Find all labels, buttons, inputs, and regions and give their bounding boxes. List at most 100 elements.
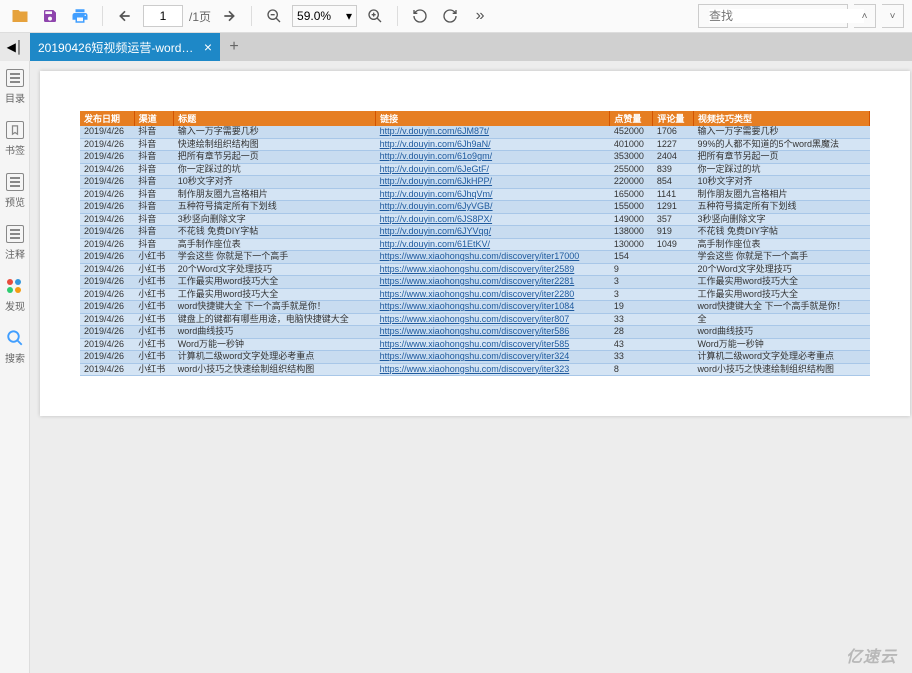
table-cell: 2019/4/26 [80,163,134,176]
link-cell[interactable]: http://v.douyin.com/61o9gm/ [376,151,610,164]
link-cell[interactable]: http://v.douyin.com/6Jh9aN/ [376,138,610,151]
link-cell[interactable]: http://v.douyin.com/6JyVGB/ [376,201,610,214]
table-cell: 抖音 [134,138,174,151]
link-cell[interactable]: https://www.xiaohongshu.com/discovery/it… [376,363,610,376]
table-cell: 工作最实用word技巧大全 [693,288,869,301]
table-cell: 学会这些 你就是下一个高手 [693,251,869,264]
save-button[interactable] [38,4,62,28]
table-cell: 3 [610,288,653,301]
table-cell: 小红书 [134,263,174,276]
annotate-icon [6,225,24,243]
table-cell: 2019/4/26 [80,176,134,189]
sidebar-discover[interactable]: 发现 [0,269,30,321]
search-next-button[interactable]: ˅ [882,4,904,28]
table-cell: 2019/4/26 [80,226,134,239]
link-cell[interactable]: http://v.douyin.com/6JhqVm/ [376,188,610,201]
table-cell: 401000 [610,138,653,151]
table-cell: 小红书 [134,351,174,364]
table-cell: 8 [610,363,653,376]
table-cell: 小红书 [134,313,174,326]
table-cell: 149000 [610,213,653,226]
table-header: 点赞量 [610,111,653,126]
page-number-input[interactable] [143,5,183,27]
link-cell[interactable]: https://www.xiaohongshu.com/discovery/it… [376,251,610,264]
table-cell: 138000 [610,226,653,239]
zoom-out-button[interactable] [262,4,286,28]
table-cell: 452000 [610,126,653,138]
link-cell[interactable]: https://www.xiaohongshu.com/discovery/it… [376,326,610,339]
table-cell: 20个Word文字处理技巧 [174,263,376,276]
table-cell: 小红书 [134,251,174,264]
table-cell: 2019/4/26 [80,263,134,276]
table-row: 2019/4/26小红书工作最实用word技巧大全https://www.xia… [80,288,870,301]
link-cell[interactable]: http://v.douyin.com/6JYVqg/ [376,226,610,239]
next-page-button[interactable] [217,4,241,28]
link-cell[interactable]: http://v.douyin.com/61EtKV/ [376,238,610,251]
document-page: 发布日期渠道标题链接点赞量评论量视频技巧类型 2019/4/26抖音输入一万字需… [40,71,910,416]
link-cell[interactable]: http://v.douyin.com/6JS8PX/ [376,213,610,226]
collapse-sidebar-button[interactable]: ◀│ [0,33,30,61]
more-button[interactable]: » [468,4,492,28]
link-cell[interactable]: https://www.xiaohongshu.com/discovery/it… [376,263,610,276]
table-cell: 33 [610,351,653,364]
document-tab[interactable]: 20190426短视频运营-word优质 × [30,33,220,61]
prev-page-button[interactable] [113,4,137,28]
table-cell: 2019/4/26 [80,288,134,301]
search-prev-button[interactable]: ˄ [854,4,876,28]
table-cell: 小红书 [134,338,174,351]
sidebar-search[interactable]: 搜索 [0,321,30,373]
link-cell[interactable]: http://v.douyin.com/6JeGtF/ [376,163,610,176]
table-cell: 43 [610,338,653,351]
document-viewport[interactable]: 发布日期渠道标题链接点赞量评论量视频技巧类型 2019/4/26抖音输入一万字需… [30,61,912,673]
rotate-left-button[interactable] [408,4,432,28]
print-button[interactable] [68,4,92,28]
table-row: 2019/4/26抖音制作朋友圈九宫格相片http://v.douyin.com… [80,188,870,201]
link-cell[interactable]: https://www.xiaohongshu.com/discovery/it… [376,288,610,301]
sidebar-label: 目录 [5,90,25,105]
table-row: 2019/4/26抖音3秒竖向删除文字http://v.douyin.com/6… [80,213,870,226]
open-file-button[interactable] [8,4,32,28]
sidebar-annotate[interactable]: 注释 [0,217,30,269]
table-cell: word曲线技巧 [174,326,376,339]
table-cell: 五种符号搞定所有下划线 [693,201,869,214]
zoom-in-button[interactable] [363,4,387,28]
table-cell: 制作朋友圈九宫格相片 [693,188,869,201]
table-cell: 2019/4/26 [80,351,134,364]
table-cell: 10秒文字对齐 [693,176,869,189]
table-cell: 2019/4/26 [80,138,134,151]
tab-title: 20190426短视频运营-word优质 [38,39,196,56]
table-cell: 2019/4/26 [80,213,134,226]
table-header: 发布日期 [80,111,134,126]
link-cell[interactable]: https://www.xiaohongshu.com/discovery/it… [376,276,610,289]
search-input[interactable] [709,9,864,23]
link-cell[interactable]: https://www.xiaohongshu.com/discovery/it… [376,301,610,314]
search-box[interactable] [698,4,848,28]
tab-bar: ◀│ 20190426短视频运营-word优质 × + [0,33,912,61]
table-cell: 小红书 [134,276,174,289]
table-cell [653,338,694,351]
rotate-right-button[interactable] [438,4,462,28]
main-toolbar: /1页 59.0%▾ » ˄ ˅ [0,0,912,33]
tab-close-button[interactable]: × [204,39,212,55]
discover-icon [6,277,24,295]
sidebar-preview[interactable]: 预览 [0,165,30,217]
table-cell: 抖音 [134,188,174,201]
zoom-select[interactable]: 59.0%▾ [292,5,357,27]
link-cell[interactable]: http://v.douyin.com/6JM87t/ [376,126,610,138]
table-row: 2019/4/26小红书键盘上的键都有哪些用途，电脑快捷键大全https://w… [80,313,870,326]
table-cell: 28 [610,326,653,339]
table-row: 2019/4/26抖音输入一万字需要几秒http://v.douyin.com/… [80,126,870,138]
table-cell: 小红书 [134,363,174,376]
table-cell: 1291 [653,201,694,214]
sidebar-toc[interactable]: 目录 [0,61,30,113]
sidebar-bookmark[interactable]: 书签 [0,113,30,165]
link-cell[interactable]: https://www.xiaohongshu.com/discovery/it… [376,313,610,326]
new-tab-button[interactable]: + [220,33,248,61]
table-cell: 键盘上的键都有哪些用途，电脑快捷键大全 [174,313,376,326]
table-cell: 高手制作座位表 [693,238,869,251]
link-cell[interactable]: https://www.xiaohongshu.com/discovery/it… [376,338,610,351]
link-cell[interactable]: https://www.xiaohongshu.com/discovery/it… [376,351,610,364]
table-cell: 2019/4/26 [80,338,134,351]
link-cell[interactable]: http://v.douyin.com/6JkHPP/ [376,176,610,189]
table-cell: 抖音 [134,213,174,226]
